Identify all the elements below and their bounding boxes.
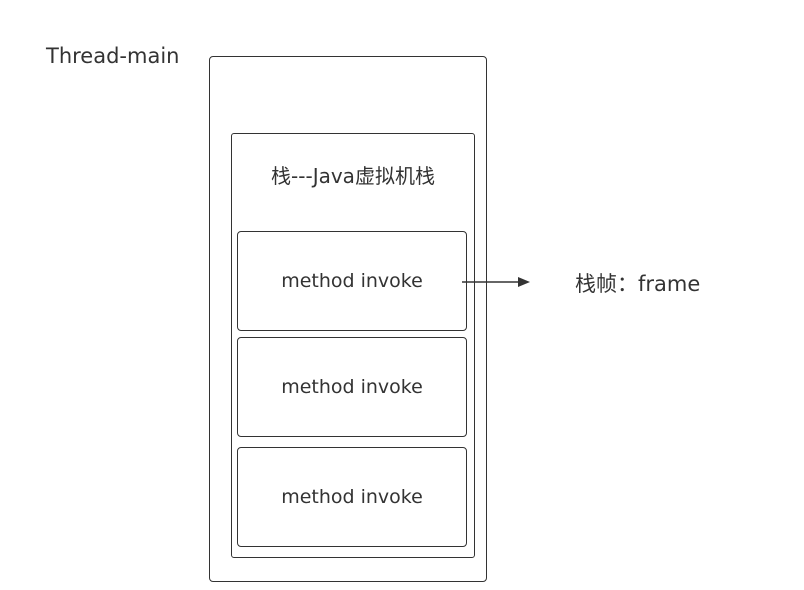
thread-label: Thread-main (46, 44, 180, 68)
stack-frame-1: method invoke (237, 231, 467, 331)
stack-frame-label: method invoke (281, 376, 423, 398)
stack-frame-label: method invoke (281, 270, 423, 292)
arrow-connector (462, 277, 530, 287)
stack-frame-3: method invoke (237, 447, 467, 547)
stack-title: 栈---Java虚拟机栈 (271, 164, 435, 188)
stack-frame-2: method invoke (237, 337, 467, 437)
frame-annotation: 栈帧：frame (575, 272, 701, 296)
stack-frame-label: method invoke (281, 486, 423, 508)
arrow-head-icon (518, 277, 530, 287)
